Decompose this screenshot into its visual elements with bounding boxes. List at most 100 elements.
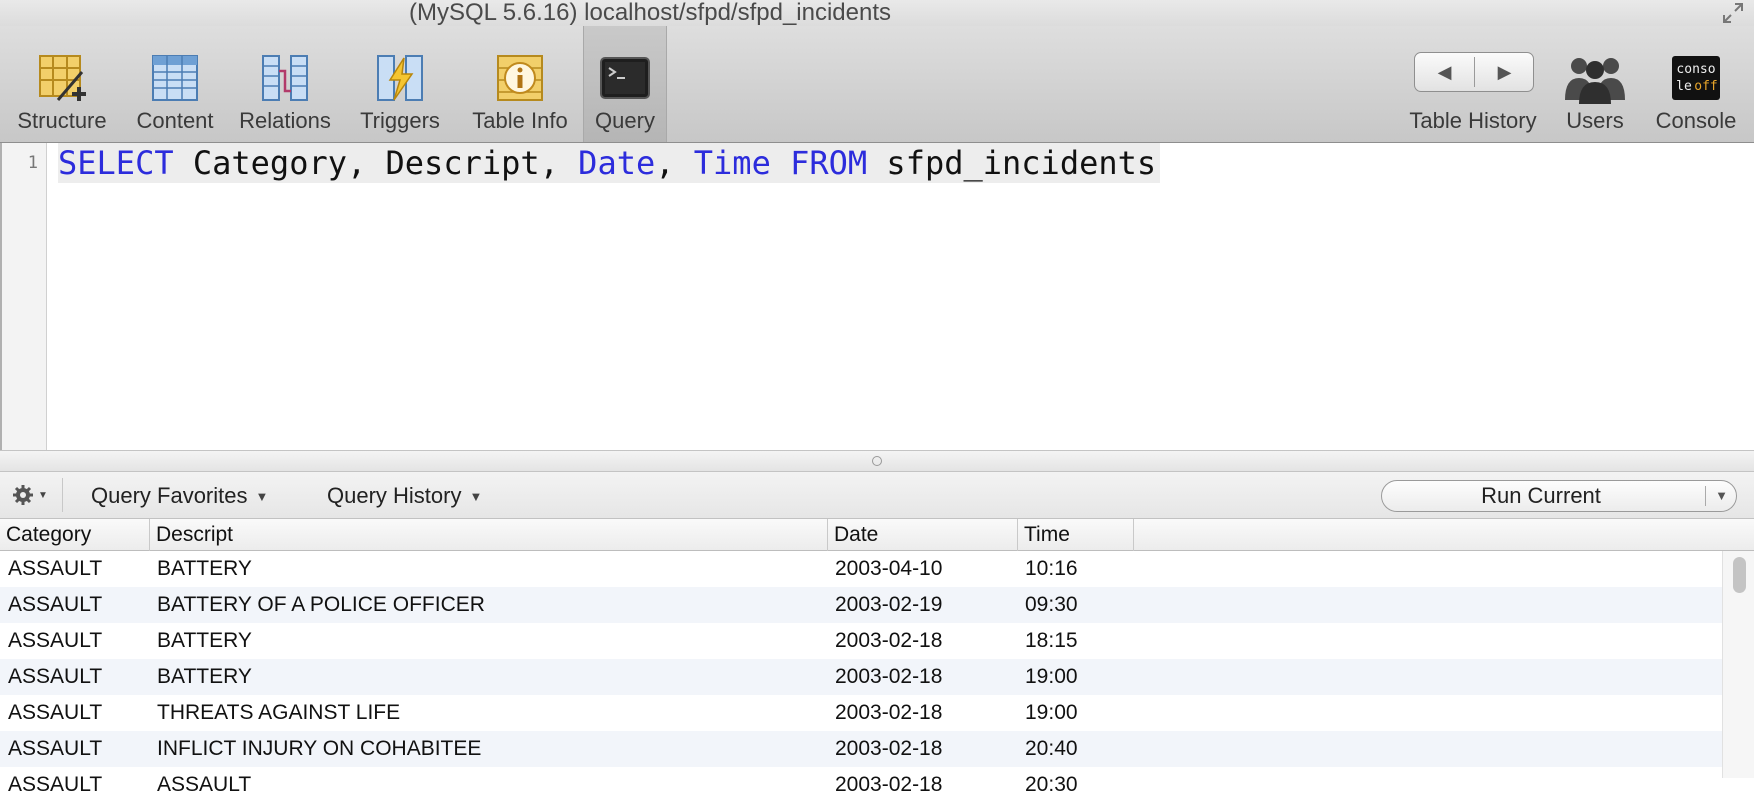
table-row[interactable]: ASSAULT THREATS AGAINST LIFE 2003-02-18 19:…	[0, 695, 1722, 731]
editor-results-splitter[interactable]	[0, 450, 1754, 472]
table-cell-time[interactable]: 19:00	[1025, 659, 1078, 695]
table-cell-time[interactable]: 09:30	[1025, 587, 1078, 623]
fullscreen-icon[interactable]	[1722, 2, 1744, 24]
toolbar-structure[interactable]: Structure	[4, 26, 120, 142]
table-cell-descript[interactable]: INFLICT INJURY ON COHABITEE	[157, 731, 481, 767]
table-cell-time[interactable]: 20:40	[1025, 731, 1078, 767]
users-icon	[1565, 58, 1625, 104]
table-row[interactable]: ASSAULT BATTERY 2003-02-18 19:00	[0, 659, 1722, 695]
sql-keyword: SELECT	[58, 144, 174, 182]
table-row[interactable]: ASSAULT BATTERY OF A POLICE OFFICER 2003-0…	[0, 587, 1722, 623]
results-table: Category Descript Date Time ASSAULT BATTE…	[0, 519, 1754, 796]
table-cell-descript[interactable]: BATTERY	[157, 551, 252, 587]
toolbar-relations[interactable]: Relations	[230, 26, 340, 142]
sql-text: sfpd_incidents	[867, 144, 1157, 182]
chevron-down-icon: ▼	[38, 489, 48, 501]
toolbar-table-history: ◀ ▶ Table History	[1398, 26, 1548, 142]
run-current-button[interactable]: Run Current ▼	[1381, 480, 1737, 512]
toolbar-query-label: Query	[595, 108, 655, 133]
toolbar-table-info[interactable]: Table Info	[460, 26, 580, 142]
toolbar-console-label: Console	[1655, 108, 1737, 133]
table-cell-date[interactable]: 2003-04-10	[835, 551, 942, 587]
sql-text: Category, Descript,	[173, 144, 579, 182]
splitter-handle-icon[interactable]	[872, 456, 882, 466]
triggers-icon	[377, 55, 423, 101]
run-options-chevron-icon[interactable]: ▼	[1715, 481, 1728, 511]
table-cell-date[interactable]: 2003-02-18	[835, 695, 942, 731]
line-number: 1	[27, 153, 38, 173]
chevron-down-icon: ▼	[255, 489, 269, 504]
sql-text: ,	[655, 144, 694, 182]
history-nav: ◀ ▶	[1414, 52, 1534, 92]
vertical-scrollbar[interactable]	[1722, 551, 1754, 778]
toolbar-table-history-label: Table History	[1409, 108, 1537, 133]
table-row[interactable]: ASSAULT INFLICT INJURY ON COHABITEE 2003-0…	[0, 731, 1722, 767]
history-forward-button[interactable]: ▶	[1475, 53, 1534, 91]
title-bar: (MySQL 5.6.16) localhost/sfpd/sfpd_incid…	[0, 0, 1754, 26]
table-cell-date[interactable]: 2003-02-18	[835, 623, 942, 659]
table-cell-date[interactable]: 2003-02-19	[835, 587, 942, 623]
table-cell-date[interactable]: 2003-02-18	[835, 767, 942, 803]
sql-query-line[interactable]: SELECT Category, Descript, Date, Time FR…	[58, 143, 1161, 183]
table-row[interactable]: ASSAULT BATTERY 2003-04-10 10:16	[0, 551, 1722, 587]
table-cell-date[interactable]: 2003-02-18	[835, 659, 942, 695]
table-cell-descript[interactable]: ASSAULT	[157, 767, 251, 803]
query-history-menu[interactable]: Query History ▼	[327, 472, 482, 519]
table-cell-category[interactable]: ASSAULT	[8, 767, 102, 803]
query-favorites-label: Query Favorites	[91, 483, 248, 508]
query-bar: ▼ Query Favorites ▼ Query History ▼ Run Cu…	[0, 472, 1754, 519]
console-icon: conso le off	[1672, 56, 1720, 100]
arrow-right-icon: ▶	[1497, 61, 1512, 82]
query-favorites-menu[interactable]: Query Favorites ▼	[91, 472, 268, 519]
column-header-date[interactable]: Date	[828, 519, 1018, 551]
toolbar-table-info-label: Table Info	[472, 108, 568, 133]
table-cell-category[interactable]: ASSAULT	[8, 695, 102, 731]
svg-text:conso: conso	[1676, 62, 1715, 77]
table-cell-time[interactable]: 19:00	[1025, 695, 1078, 731]
table-cell-time[interactable]: 20:30	[1025, 767, 1078, 803]
sql-keyword: Date	[578, 144, 656, 182]
column-header-category[interactable]: Category	[0, 519, 150, 551]
content-icon	[152, 55, 198, 101]
column-header-time[interactable]: Time	[1018, 519, 1134, 551]
query-history-label: Query History	[327, 483, 462, 508]
table-cell-category[interactable]: ASSAULT	[8, 731, 102, 767]
table-cell-category[interactable]: ASSAULT	[8, 659, 102, 695]
toolbar-structure-label: Structure	[17, 108, 107, 133]
results-header: Category Descript Date Time	[0, 519, 1754, 551]
toolbar-console[interactable]: conso le off Console	[1642, 26, 1750, 142]
toolbar-query[interactable]: Query	[583, 26, 667, 142]
scrollbar-thumb[interactable]	[1733, 557, 1746, 593]
column-header-descript[interactable]: Descript	[150, 519, 828, 551]
table-info-icon	[497, 55, 543, 101]
table-cell-descript[interactable]: BATTERY OF A POLICE OFFICER	[157, 587, 485, 623]
table-cell-descript[interactable]: THREATS AGAINST LIFE	[157, 695, 400, 731]
toolbar-users[interactable]: Users	[1548, 26, 1642, 142]
table-row[interactable]: ASSAULT ASSAULT 2003-02-18 20:30	[0, 767, 1722, 803]
toolbar: Structure Content Relations Triggers Tab…	[0, 26, 1754, 143]
table-cell-descript[interactable]: BATTERY	[157, 623, 252, 659]
table-cell-category[interactable]: ASSAULT	[8, 587, 102, 623]
table-cell-descript[interactable]: BATTERY	[157, 659, 252, 695]
sql-editor[interactable]: 1 SELECT Category, Descript, Date, Time …	[0, 143, 1754, 450]
toolbar-relations-label: Relations	[239, 108, 331, 133]
structure-icon	[39, 55, 86, 101]
history-back-button[interactable]: ◀	[1415, 53, 1474, 91]
table-cell-time[interactable]: 10:16	[1025, 551, 1078, 587]
query-icon	[600, 57, 650, 99]
results-rows: ASSAULT BATTERY 2003-04-10 10:16 ASSAULT BATT…	[0, 551, 1722, 803]
table-row[interactable]: ASSAULT BATTERY 2003-02-18 18:15	[0, 623, 1722, 659]
gear-icon	[13, 485, 33, 505]
table-cell-category[interactable]: ASSAULT	[8, 623, 102, 659]
table-cell-date[interactable]: 2003-02-18	[835, 731, 942, 767]
table-cell-category[interactable]: ASSAULT	[8, 551, 102, 587]
toolbar-triggers-label: Triggers	[360, 108, 440, 133]
toolbar-content[interactable]: Content	[120, 26, 230, 142]
table-cell-time[interactable]: 18:15	[1025, 623, 1078, 659]
sql-keyword: FROM	[790, 144, 868, 182]
gear-menu-button[interactable]: ▼	[12, 480, 52, 510]
toolbar-content-label: Content	[136, 108, 214, 133]
toolbar-triggers[interactable]: Triggers	[340, 26, 460, 142]
chevron-down-icon: ▼	[469, 489, 483, 504]
